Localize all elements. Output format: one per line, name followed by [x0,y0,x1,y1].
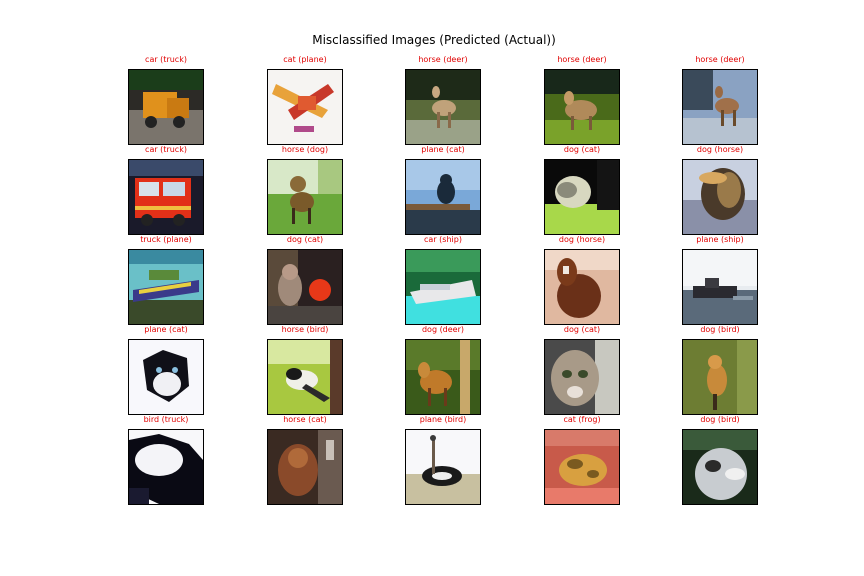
truck-image [128,69,204,145]
image-caption: horse (dog) [281,145,329,154]
image-caption: plane (cat) [144,325,188,334]
image-caption: cat (plane) [283,55,327,64]
dog-image [267,159,343,235]
image-caption: car (truck) [145,55,187,64]
cat-image [267,429,343,505]
cat-image [128,339,204,415]
image-caption: plane (cat) [421,145,465,154]
image-caption: dog (horse) [696,145,744,154]
frog-image [544,429,620,505]
image-caption: horse (bird) [281,325,329,334]
image-caption: car (truck) [145,145,187,154]
cat-image [544,339,620,415]
image-caption: horse (cat) [283,415,327,424]
bird-image [267,339,343,415]
image-caption: dog (horse) [558,235,606,244]
image-caption: bird (truck) [143,415,189,424]
chart-title: Misclassified Images (Predicted (Actual)… [312,33,556,47]
deer-image [405,339,481,415]
image-caption: truck (plane) [140,235,192,244]
image-caption: horse (deer) [418,55,468,64]
deer-image [682,69,758,145]
cat-image [544,159,620,235]
bird-image [682,339,758,415]
deer-image [405,69,481,145]
deer-image [544,69,620,145]
plane-image [128,249,204,325]
horse-image [544,249,620,325]
plane-image [267,69,343,145]
horse-image [682,159,758,235]
ostrich-image [405,429,481,505]
bird-image [682,429,758,505]
image-caption: dog (bird) [700,415,740,424]
truck-image [128,429,204,505]
image-caption: dog (deer) [421,325,465,334]
image-caption: dog (cat) [563,325,601,334]
ship-image [682,249,758,325]
image-caption: dog (bird) [700,325,740,334]
ship-image [405,249,481,325]
image-caption: horse (deer) [695,55,745,64]
firetruck-image [128,159,204,235]
image-caption: dog (cat) [286,235,324,244]
cat-image [405,159,481,235]
image-caption: horse (deer) [557,55,607,64]
image-caption: plane (bird) [419,415,467,424]
cat-image [267,249,343,325]
image-caption: dog (cat) [563,145,601,154]
image-caption: cat (frog) [563,415,601,424]
image-caption: plane (ship) [696,235,744,244]
image-caption: car (ship) [424,235,462,244]
